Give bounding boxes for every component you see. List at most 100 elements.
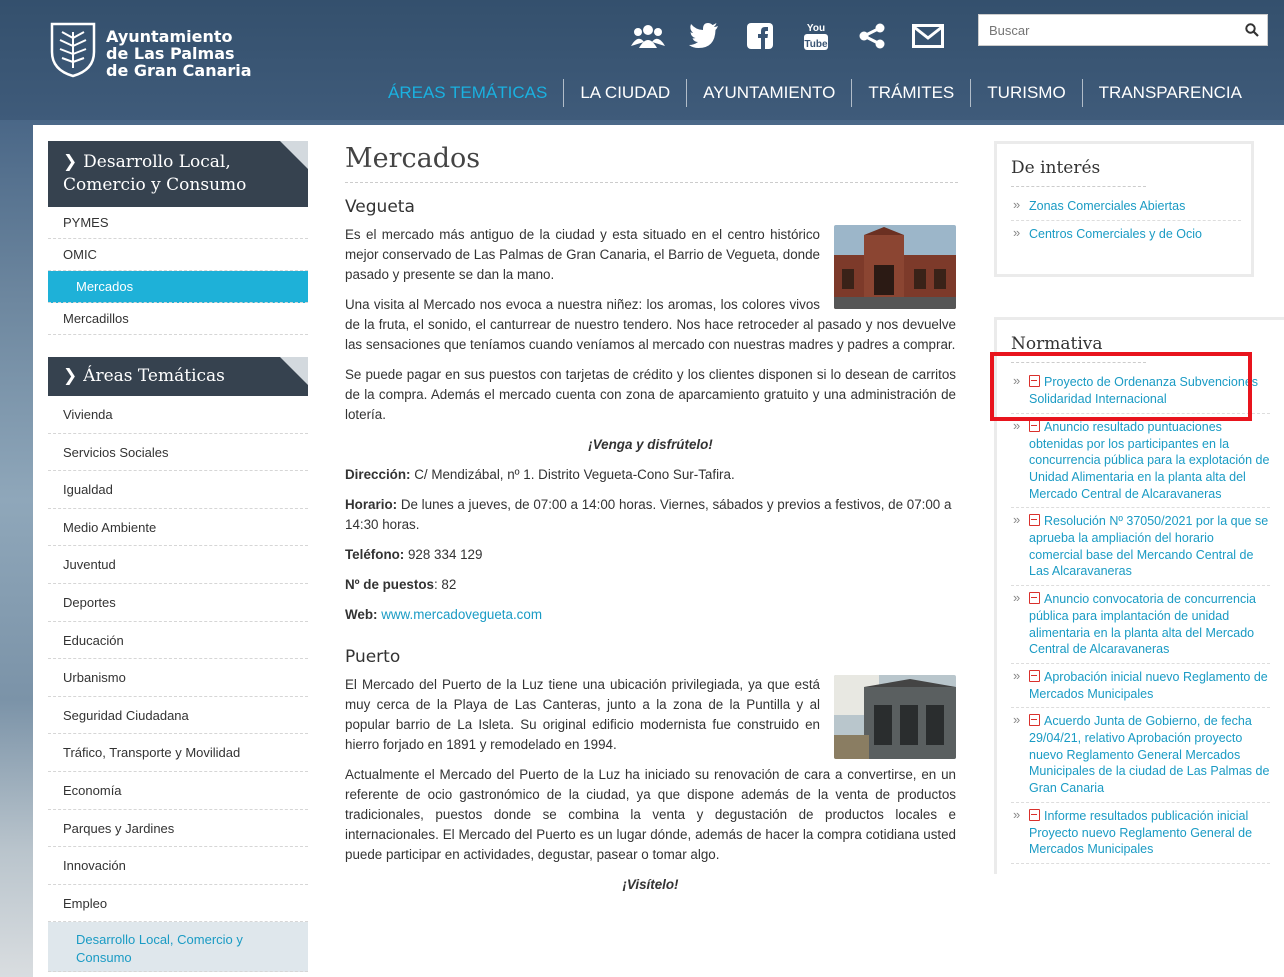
stalls-value: : 82 bbox=[433, 577, 457, 592]
pdf-icon bbox=[1029, 808, 1040, 821]
share-icon[interactable] bbox=[844, 20, 900, 52]
coat-of-arms-icon bbox=[50, 22, 96, 78]
address-value: C/ Mendizábal, nº 1. Distrito Vegueta-Co… bbox=[410, 467, 735, 482]
pdf-icon bbox=[1029, 592, 1040, 605]
puerto-market-image bbox=[834, 675, 956, 759]
facebook-icon[interactable] bbox=[732, 20, 788, 52]
social-icons: You Tube bbox=[620, 20, 956, 52]
search-icon[interactable] bbox=[1237, 23, 1267, 37]
normativa-item[interactable]: Informe resultados publicación inicial P… bbox=[1011, 803, 1270, 864]
pdf-icon bbox=[1029, 514, 1040, 527]
link-zonas-comerciales[interactable]: Zonas Comerciales Abiertas bbox=[1011, 193, 1241, 221]
phone-label: Teléfono: bbox=[345, 547, 405, 562]
de-interes-title: De interés bbox=[1011, 158, 1146, 187]
sidebar-item-juventud[interactable]: Juventud bbox=[48, 546, 308, 584]
main-nav: ÁREAS TEMÁTICAS LA CIUDAD AYUNTAMIENTO T… bbox=[372, 79, 1258, 107]
hours-value: De lunes a jueves, de 07:00 a 14:00 hora… bbox=[345, 497, 952, 532]
vegueta-paragraph-3: Se puede pagar en sus puestos con tarjet… bbox=[345, 367, 956, 422]
left-sidebar: ❯ Desarrollo Local, Comercio y Consumo P… bbox=[33, 125, 323, 977]
sidebar-section-title-desarrollo[interactable]: ❯ Desarrollo Local, Comercio y Consumo bbox=[48, 141, 308, 207]
nav-la-ciudad[interactable]: LA CIUDAD bbox=[563, 79, 686, 107]
nav-areas-tematicas[interactable]: ÁREAS TEMÁTICAS bbox=[372, 79, 563, 107]
svg-text:Tube: Tube bbox=[804, 39, 828, 50]
web-label: Web: bbox=[345, 607, 378, 622]
vegueta-market-image bbox=[834, 225, 956, 309]
sidebar-item-trafico[interactable]: Tráfico, Transporte y Movilidad bbox=[48, 734, 308, 772]
corner-fold bbox=[280, 141, 308, 169]
normativa-item-text: Aprobación inicial nuevo Reglamento de M… bbox=[1029, 669, 1268, 701]
page-title: Mercados bbox=[345, 143, 958, 183]
chevron-right-icon: ❯ bbox=[63, 152, 84, 172]
twitter-icon[interactable] bbox=[676, 20, 732, 52]
logo-line-3: de Gran Canaria bbox=[106, 61, 252, 80]
sidebar-section-title-areas[interactable]: ❯ Áreas Temáticas bbox=[48, 357, 308, 396]
vegueta-slogan: ¡Venga y disfrútelo! bbox=[588, 437, 713, 452]
normativa-item-text: Acuerdo Junta de Gobierno, de fecha 29/0… bbox=[1029, 714, 1270, 796]
sidebar-list-desarrollo: PYMES OMIC Mercados Mercadillos bbox=[48, 207, 308, 335]
sidebar-item-economia[interactable]: Economía bbox=[48, 772, 308, 810]
sidebar-item-servicios-sociales[interactable]: Servicios Sociales bbox=[48, 434, 308, 472]
community-icon[interactable] bbox=[620, 20, 676, 52]
normativa-item[interactable]: Anuncio convocatoria de concurrencia púb… bbox=[1011, 586, 1270, 664]
sidebar-item-innovacion[interactable]: Innovación bbox=[48, 847, 308, 885]
nav-turismo[interactable]: TURISMO bbox=[970, 79, 1081, 107]
logo-line-1: Ayuntamiento bbox=[106, 27, 233, 46]
sidebar-item-mercados[interactable]: Mercados bbox=[48, 271, 308, 303]
nav-ayuntamiento[interactable]: AYUNTAMIENTO bbox=[686, 79, 851, 107]
vegueta-hours: Horario: De lunes a jueves, de 07:00 a 1… bbox=[345, 495, 956, 535]
svg-text:You: You bbox=[807, 23, 825, 34]
address-label: Dirección: bbox=[345, 467, 411, 482]
mail-icon[interactable] bbox=[900, 20, 956, 52]
nav-transparencia[interactable]: TRANSPARENCIA bbox=[1081, 79, 1258, 107]
de-interes-box: De interés Zonas Comerciales Abiertas Ce… bbox=[994, 141, 1254, 278]
normativa-item-text: Anuncio convocatoria de concurrencia púb… bbox=[1029, 592, 1256, 657]
normativa-item[interactable]: Acuerdo Junta de Gobierno, de fecha 29/0… bbox=[1011, 708, 1270, 803]
sidebar-item-deportes[interactable]: Deportes bbox=[48, 584, 308, 622]
normativa-item-text: Anuncio resultado puntuaciones obtenidas… bbox=[1029, 419, 1270, 501]
link-centros-comerciales[interactable]: Centros Comerciales y de Ocio bbox=[1011, 221, 1241, 265]
hours-label: Horario: bbox=[345, 497, 398, 512]
main-content: Mercados Vegueta Es el mercado más antig… bbox=[323, 125, 976, 977]
web-link[interactable]: www.mercadovegueta.com bbox=[381, 607, 542, 622]
normativa-item[interactable]: Resolución Nº 37050/2021 por la que se a… bbox=[1011, 508, 1270, 587]
sidebar-list-areas: Vivienda Servicios Sociales Igualdad Med… bbox=[48, 396, 308, 973]
section-title-text: Desarrollo Local, Comercio y Consumo bbox=[63, 152, 247, 195]
sidebar-item-vivienda[interactable]: Vivienda bbox=[48, 396, 308, 434]
sidebar-item-desarrollo-local[interactable]: Desarrollo Local, Comercio y Consumo bbox=[48, 922, 308, 973]
vegueta-stalls: Nº de puestos: 82 bbox=[345, 575, 956, 595]
sidebar-item-igualdad[interactable]: Igualdad bbox=[48, 471, 308, 509]
phone-value: 928 334 129 bbox=[404, 547, 483, 562]
section-heading-vegueta: Vegueta bbox=[345, 197, 415, 217]
sidebar-item-mercadillos[interactable]: Mercadillos bbox=[48, 303, 308, 335]
normativa-item[interactable]: Aprobación inicial nuevo Reglamento de M… bbox=[1011, 664, 1270, 709]
pdf-icon bbox=[1029, 669, 1040, 682]
search-box bbox=[978, 14, 1268, 46]
youtube-icon[interactable]: You Tube bbox=[788, 20, 844, 52]
sidebar-item-omic[interactable]: OMIC bbox=[48, 239, 308, 271]
normativa-item-text: Informe resultados publicación inicial P… bbox=[1029, 808, 1253, 857]
sidebar-item-medio-ambiente[interactable]: Medio Ambiente bbox=[48, 509, 308, 547]
sidebar-item-parques-jardines[interactable]: Parques y Jardines bbox=[48, 810, 308, 848]
pdf-icon bbox=[1029, 714, 1040, 727]
nav-tramites[interactable]: TRÁMITES bbox=[851, 79, 970, 107]
puerto-paragraph-2: Actualmente el Mercado del Puerto de la … bbox=[345, 767, 956, 862]
sidebar-item-empleo[interactable]: Empleo bbox=[48, 885, 308, 923]
corner-fold bbox=[280, 357, 308, 385]
vegueta-address: Dirección: C/ Mendizábal, nº 1. Distrito… bbox=[345, 465, 956, 485]
highlight-box bbox=[990, 352, 1252, 421]
sidebar-item-pymes[interactable]: PYMES bbox=[48, 207, 308, 239]
site-header: Ayuntamiento de Las Palmas de Gran Canar… bbox=[0, 0, 1284, 120]
vegueta-phone: Teléfono: 928 334 129 bbox=[345, 545, 956, 565]
sidebar-item-urbanismo[interactable]: Urbanismo bbox=[48, 659, 308, 697]
right-sidebar: De interés Zonas Comerciales Abiertas Ce… bbox=[976, 125, 1284, 977]
normativa-item-text: Resolución Nº 37050/2021 por la que se a… bbox=[1029, 514, 1269, 579]
normativa-item[interactable]: Anuncio resultado puntuaciones obtenidas… bbox=[1011, 414, 1270, 509]
sidebar-item-educacion[interactable]: Educación bbox=[48, 622, 308, 660]
section-heading-puerto: Puerto bbox=[345, 647, 401, 667]
puerto-slogan: ¡Visítelo! bbox=[622, 877, 679, 892]
search-input[interactable] bbox=[979, 15, 1237, 45]
stalls-label: Nº de puestos bbox=[345, 577, 434, 592]
sidebar-item-seguridad-ciudadana[interactable]: Seguridad Ciudadana bbox=[48, 697, 308, 735]
site-logo[interactable]: Ayuntamiento de Las Palmas de Gran Canar… bbox=[48, 20, 252, 79]
logo-line-2: de Las Palmas bbox=[106, 44, 235, 63]
